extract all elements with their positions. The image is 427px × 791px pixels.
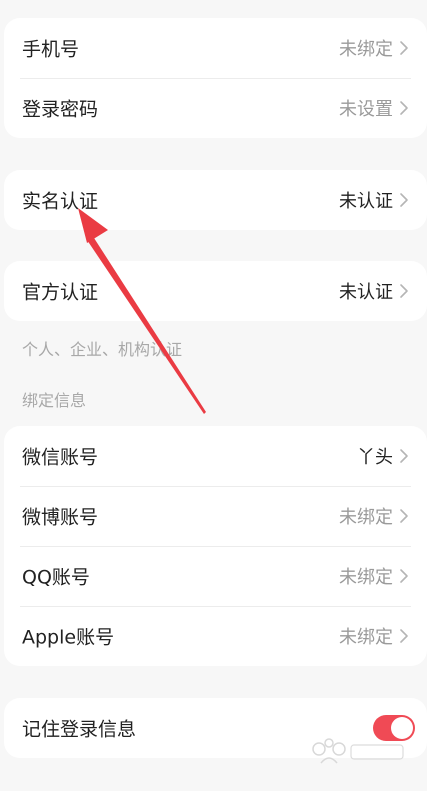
phone-label: 手机号 — [22, 38, 80, 61]
wechat-status: 丫头 — [357, 447, 393, 468]
chevron-right-icon — [400, 284, 408, 298]
binding-card: 微信账号 丫头 微博账号 未绑定 QQ账号 未绑定 Apple账号 未绑定 — [4, 426, 427, 666]
remember-label: 记住登录信息 — [22, 718, 137, 741]
qq-status: 未绑定 — [339, 567, 393, 588]
qq-row[interactable]: QQ账号 未绑定 — [4, 546, 427, 606]
password-row[interactable]: 登录密码 未设置 — [4, 78, 427, 138]
realname-label: 实名认证 — [22, 190, 99, 213]
official-note: 个人、企业、机构认证 — [22, 340, 183, 359]
toggle-knob — [391, 717, 413, 739]
realname-card: 实名认证 未认证 — [4, 170, 427, 230]
official-card: 官方认证 未认证 — [4, 261, 427, 321]
chevron-right-icon — [400, 569, 408, 583]
official-row[interactable]: 官方认证 未认证 — [4, 261, 427, 321]
weibo-label: 微博账号 — [22, 506, 99, 529]
chevron-right-icon — [400, 629, 408, 643]
remember-toggle[interactable] — [373, 715, 415, 741]
wechat-label: 微信账号 — [22, 446, 99, 469]
wechat-row[interactable]: 微信账号 丫头 — [4, 426, 427, 486]
binding-section-title: 绑定信息 — [22, 391, 87, 410]
official-status: 未认证 — [339, 282, 393, 303]
phone-row[interactable]: 手机号 未绑定 — [4, 18, 427, 78]
account-card: 手机号 未绑定 登录密码 未设置 — [4, 18, 427, 138]
realname-row[interactable]: 实名认证 未认证 — [4, 170, 427, 230]
chevron-right-icon — [400, 41, 408, 55]
chevron-right-icon — [400, 509, 408, 523]
chevron-right-icon — [400, 449, 408, 463]
official-label: 官方认证 — [22, 281, 99, 304]
weibo-row[interactable]: 微博账号 未绑定 — [4, 486, 427, 546]
weibo-status: 未绑定 — [339, 507, 393, 528]
realname-status: 未认证 — [339, 191, 393, 212]
remember-row: 记住登录信息 — [4, 698, 427, 758]
phone-status: 未绑定 — [339, 39, 393, 60]
apple-row[interactable]: Apple账号 未绑定 — [4, 606, 427, 666]
apple-status: 未绑定 — [339, 627, 393, 648]
apple-label: Apple账号 — [22, 626, 115, 649]
chevron-right-icon — [400, 101, 408, 115]
chevron-right-icon — [400, 193, 408, 207]
qq-label: QQ账号 — [22, 566, 90, 589]
remember-card: 记住登录信息 — [4, 698, 427, 758]
password-status: 未设置 — [339, 99, 393, 120]
password-label: 登录密码 — [22, 98, 99, 121]
